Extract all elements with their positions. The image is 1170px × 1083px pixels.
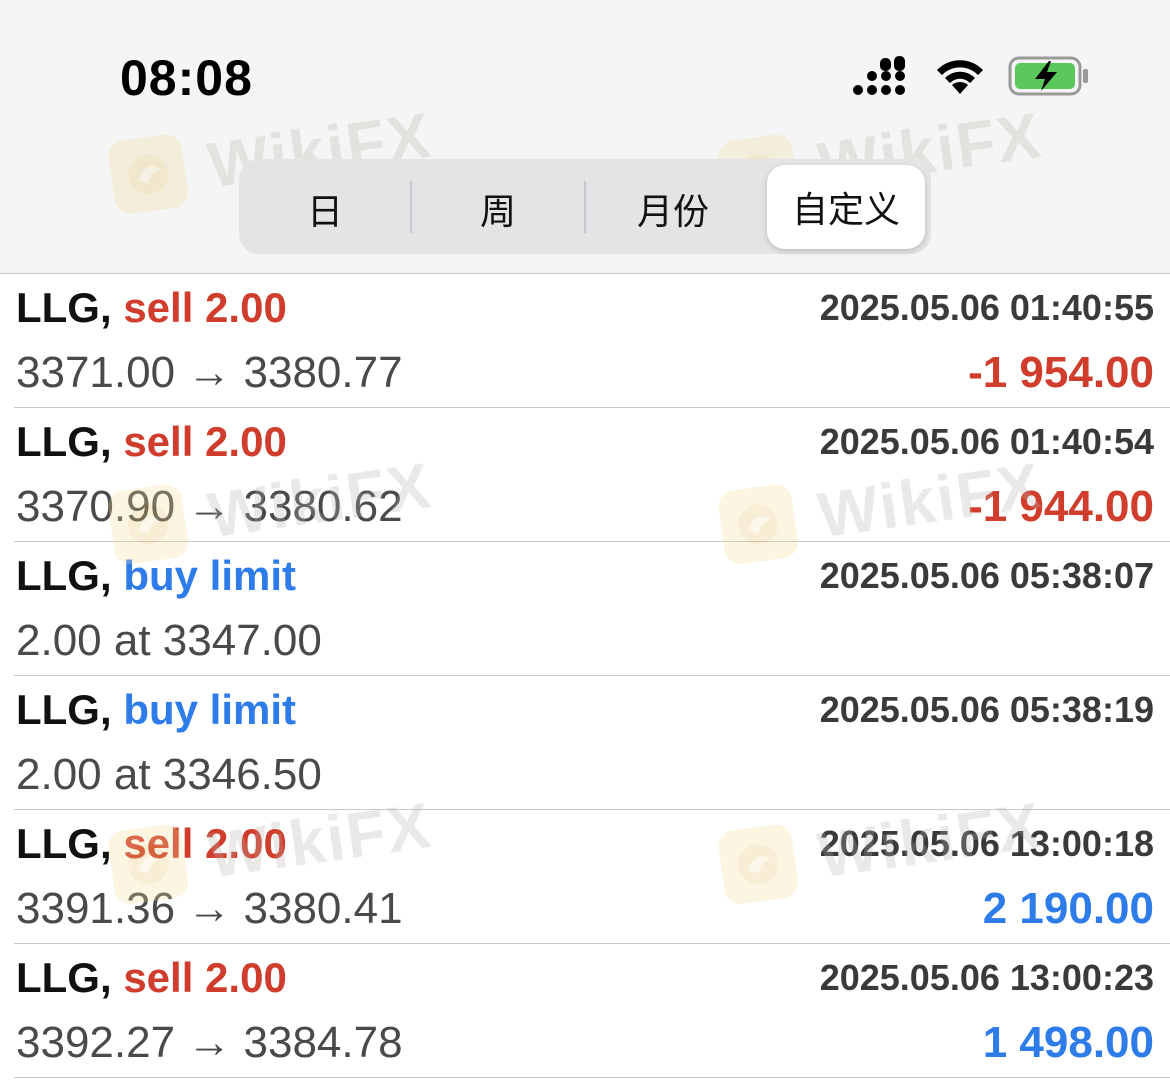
order-time: 2025.05.06 05:38:19 (819, 689, 1154, 730)
order-symbol: LLG, (16, 552, 112, 599)
order-row[interactable]: LLG, buy limit 2025.05.06 05:38:19 2.00 … (14, 676, 1170, 810)
order-row[interactable]: LLG, sell 2.00 2025.05.06 13:00:23 3392.… (14, 944, 1170, 1078)
status-icons (852, 54, 1090, 102)
segment-week[interactable]: 周 (411, 169, 585, 249)
segment-month[interactable]: 月份 (585, 169, 761, 249)
status-time: 08:08 (120, 50, 253, 106)
order-symbol: LLG, (16, 820, 112, 867)
order-prices: 3371.00 → 3380.77 (16, 348, 403, 397)
header-area: 08:08 WikiFX WikiFX 日 周 月份 自定义 (0, 0, 1170, 274)
order-history-list: LLG, sell 2.00 2025.05.06 01:40:55 3371.… (0, 274, 1170, 1078)
order-prices: 3391.36 → 3380.41 (16, 884, 403, 933)
order-title: LLG, sell 2.00 (16, 952, 287, 1004)
order-symbol: LLG, (16, 686, 112, 733)
order-row[interactable]: LLG, sell 2.00 2025.05.06 01:40:54 3370.… (14, 408, 1170, 542)
order-profit: 2 190.00 (982, 884, 1154, 933)
order-action: sell 2.00 (123, 820, 287, 867)
order-title: LLG, buy limit (16, 684, 296, 736)
order-title: LLG, buy limit (16, 550, 296, 602)
battery-charging-icon (1008, 55, 1090, 102)
period-segmented-control: 日 周 月份 自定义 (239, 159, 931, 254)
order-title: LLG, sell 2.00 (16, 282, 287, 334)
order-details: 2.00 at 3346.50 (16, 750, 322, 799)
order-profit: -1 944.00 (968, 482, 1154, 531)
order-symbol: LLG, (16, 418, 112, 465)
order-action: sell 2.00 (123, 954, 287, 1001)
order-profit: 1 498.00 (982, 1018, 1154, 1067)
cellular-signal-icon (852, 54, 912, 103)
order-time: 2025.05.06 13:00:23 (819, 957, 1154, 998)
order-title: LLG, sell 2.00 (16, 818, 287, 870)
order-action: sell 2.00 (123, 418, 287, 465)
order-action: buy limit (123, 552, 297, 599)
order-time: 2025.05.06 05:38:07 (819, 555, 1154, 596)
order-time: 2025.05.06 13:00:18 (819, 823, 1154, 864)
segment-custom[interactable]: 自定义 (767, 165, 925, 249)
order-symbol: LLG, (16, 954, 112, 1001)
history-screen: 08:08 WikiFX WikiFX 日 周 月份 自定义 LLG, sell… (0, 0, 1170, 1083)
order-row[interactable]: LLG, sell 2.00 2025.05.06 01:40:55 3371.… (14, 274, 1170, 408)
order-action: buy limit (123, 686, 297, 733)
order-profit: -1 954.00 (968, 348, 1154, 397)
order-symbol: LLG, (16, 284, 112, 331)
order-time: 2025.05.06 01:40:54 (819, 421, 1154, 462)
wikifx-logo-icon (106, 132, 190, 217)
order-prices: 3370.90 → 3380.62 (16, 482, 403, 531)
segment-day[interactable]: 日 (239, 169, 411, 249)
order-row[interactable]: LLG, buy limit 2025.05.06 05:38:07 2.00 … (14, 542, 1170, 676)
order-action: sell 2.00 (123, 284, 287, 331)
order-details: 2.00 at 3347.00 (16, 616, 322, 665)
wifi-icon (934, 56, 986, 101)
order-title: LLG, sell 2.00 (16, 416, 287, 468)
order-prices: 3392.27 → 3384.78 (16, 1018, 403, 1067)
order-time: 2025.05.06 01:40:55 (819, 287, 1154, 328)
order-row[interactable]: LLG, sell 2.00 2025.05.06 13:00:18 3391.… (14, 810, 1170, 944)
